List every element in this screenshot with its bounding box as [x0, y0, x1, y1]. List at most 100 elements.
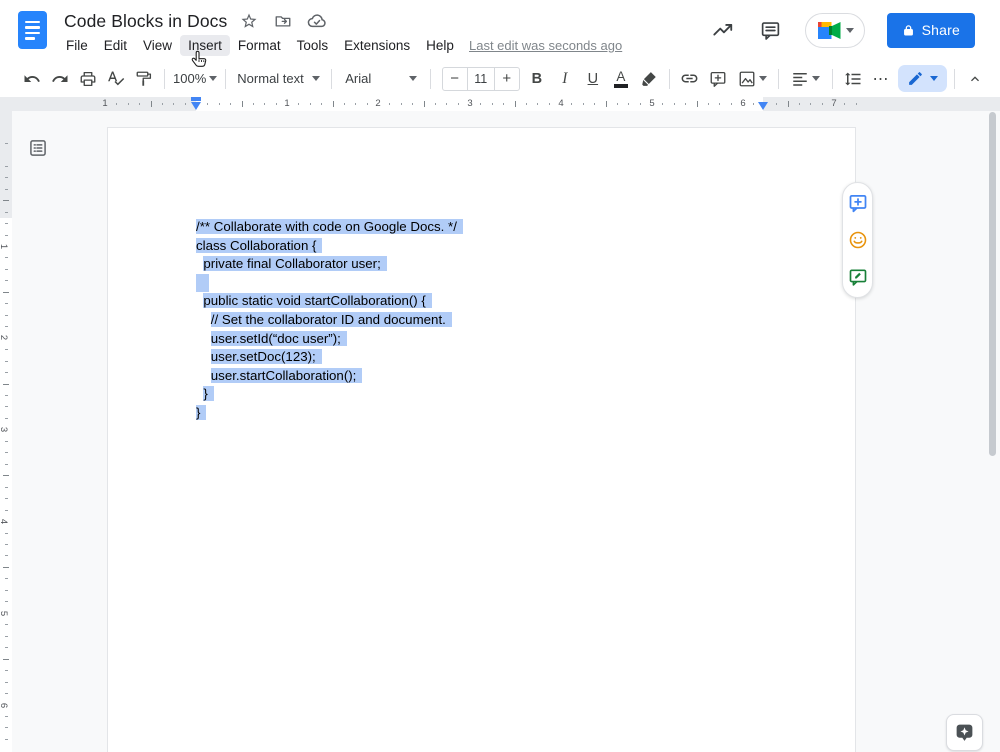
menu-item-format[interactable]: Format: [230, 35, 289, 56]
pencil-icon: [907, 70, 924, 87]
divider: [669, 69, 670, 89]
show-outline-button[interactable]: [27, 137, 49, 159]
menu-item-file[interactable]: File: [58, 35, 96, 56]
paragraph-style-select[interactable]: Normal text: [233, 66, 324, 92]
menu-item-tools[interactable]: Tools: [289, 35, 337, 56]
increase-font-size-button[interactable]: +: [495, 67, 519, 91]
paragraph-style-value: Normal text: [237, 71, 303, 86]
ruler-number: 6: [740, 98, 745, 109]
menu-item-edit[interactable]: Edit: [96, 35, 135, 56]
chevron-down-icon: [312, 76, 320, 81]
document-title[interactable]: Code Blocks in Docs: [64, 11, 227, 32]
chevron-down-icon: [930, 76, 938, 81]
ruler-number: 5: [0, 611, 9, 616]
ruler-corner: [0, 97, 12, 111]
code-line[interactable]: // Set the collaborator ID and document.: [196, 311, 463, 330]
code-line[interactable]: class Collaboration {: [196, 237, 463, 256]
text-color-button[interactable]: A: [608, 66, 634, 92]
redo-button[interactable]: [47, 66, 73, 92]
right-margin-marker[interactable]: [758, 102, 768, 110]
add-comment-button-floating[interactable]: [847, 192, 869, 214]
underline-button[interactable]: U: [580, 66, 606, 92]
chevron-down-icon: [759, 76, 767, 81]
move-folder-icon[interactable]: [271, 9, 295, 33]
chevron-down-icon: [209, 76, 217, 81]
line-spacing-icon: [844, 70, 862, 88]
add-comment-button[interactable]: [705, 66, 731, 92]
left-margin-marker[interactable]: [191, 102, 201, 110]
spell-check-icon: [107, 70, 125, 88]
insert-image-button[interactable]: [733, 66, 772, 92]
selection-action-pill: [842, 182, 873, 298]
divider: [225, 69, 226, 89]
more-options-button[interactable]: ⋯: [868, 66, 894, 92]
menu-item-extensions[interactable]: Extensions: [336, 35, 418, 56]
print-button[interactable]: [75, 66, 101, 92]
highlight-color-button[interactable]: [636, 66, 662, 92]
code-line[interactable]: user.setDoc(123);: [196, 348, 463, 367]
align-button[interactable]: [786, 66, 825, 92]
text-color-bar: [614, 84, 628, 88]
code-line[interactable]: [196, 274, 463, 293]
zoom-select[interactable]: 100%: [172, 66, 218, 92]
code-line[interactable]: /** Collaborate with code on Google Docs…: [196, 218, 463, 237]
ruler-number: 5: [649, 98, 654, 109]
collapse-toolbar-button[interactable]: [962, 66, 988, 92]
share-button[interactable]: Share: [887, 13, 975, 48]
line-spacing-button[interactable]: [840, 66, 866, 92]
bold-button[interactable]: B: [524, 66, 550, 92]
code-line[interactable]: }: [196, 404, 463, 423]
font-size-value[interactable]: 11: [467, 67, 495, 91]
code-line[interactable]: public static void startCollaboration() …: [196, 292, 463, 311]
header: Code Blocks in Docs FileEditViewInsertFo…: [0, 0, 1000, 60]
menu-item-insert[interactable]: Insert: [180, 35, 230, 56]
suggest-edits-button[interactable]: [847, 266, 869, 288]
divider: [430, 69, 431, 89]
spell-check-button[interactable]: [103, 66, 129, 92]
decrease-font-size-button[interactable]: −: [443, 67, 467, 91]
font-select[interactable]: Arial: [339, 66, 422, 92]
paint-format-icon: [135, 70, 153, 88]
star-icon[interactable]: [237, 9, 261, 33]
ruler-number: 2: [375, 98, 380, 109]
meet-button[interactable]: [805, 13, 865, 48]
italic-button[interactable]: I: [552, 66, 578, 92]
code-line[interactable]: user.setId(“doc user”);: [196, 330, 463, 349]
scrollbar-thumb[interactable]: [989, 112, 996, 456]
first-line-indent-marker[interactable]: [191, 97, 201, 101]
vertical-ruler-top: [0, 111, 12, 218]
editing-mode-button[interactable]: [898, 65, 947, 92]
divider: [331, 69, 332, 89]
redo-icon: [51, 70, 69, 88]
ruler-number: 1: [102, 98, 107, 109]
paint-format-button[interactable]: [131, 66, 157, 92]
emoji-reaction-button[interactable]: [847, 229, 869, 251]
horizontal-ruler: 11234567: [12, 97, 1000, 111]
text-color-label: A: [616, 70, 625, 84]
code-line[interactable]: }: [196, 385, 463, 404]
comments-icon[interactable]: [751, 10, 791, 50]
chevron-down-icon: [409, 76, 417, 81]
cloud-saved-icon[interactable]: [305, 9, 329, 33]
menu-item-help[interactable]: Help: [418, 35, 462, 56]
ruler-number: 7: [831, 98, 836, 109]
ruler-number: 3: [467, 98, 472, 109]
ruler-number: 4: [0, 519, 9, 524]
code-block: /** Collaborate with code on Google Docs…: [196, 218, 463, 423]
explore-button[interactable]: [946, 714, 983, 751]
print-icon: [79, 70, 97, 88]
toolbar-right-group: [898, 65, 988, 92]
ruler-number: 1: [0, 244, 9, 249]
menu-item-view[interactable]: View: [135, 35, 180, 56]
last-edit-link[interactable]: Last edit was seconds ago: [469, 38, 622, 53]
ruler-number: 6: [0, 703, 9, 708]
divider: [164, 69, 165, 89]
code-line[interactable]: user.startCollaboration();: [196, 367, 463, 386]
activity-icon[interactable]: [703, 10, 743, 50]
undo-button[interactable]: [19, 66, 45, 92]
insert-link-button[interactable]: [677, 66, 703, 92]
docs-logo-icon[interactable]: [18, 11, 47, 49]
google-docs-window: { "header": { "title": "Code Blocks in D…: [0, 0, 1000, 752]
undo-icon: [23, 70, 41, 88]
code-line[interactable]: private final Collaborator user;: [196, 255, 463, 274]
